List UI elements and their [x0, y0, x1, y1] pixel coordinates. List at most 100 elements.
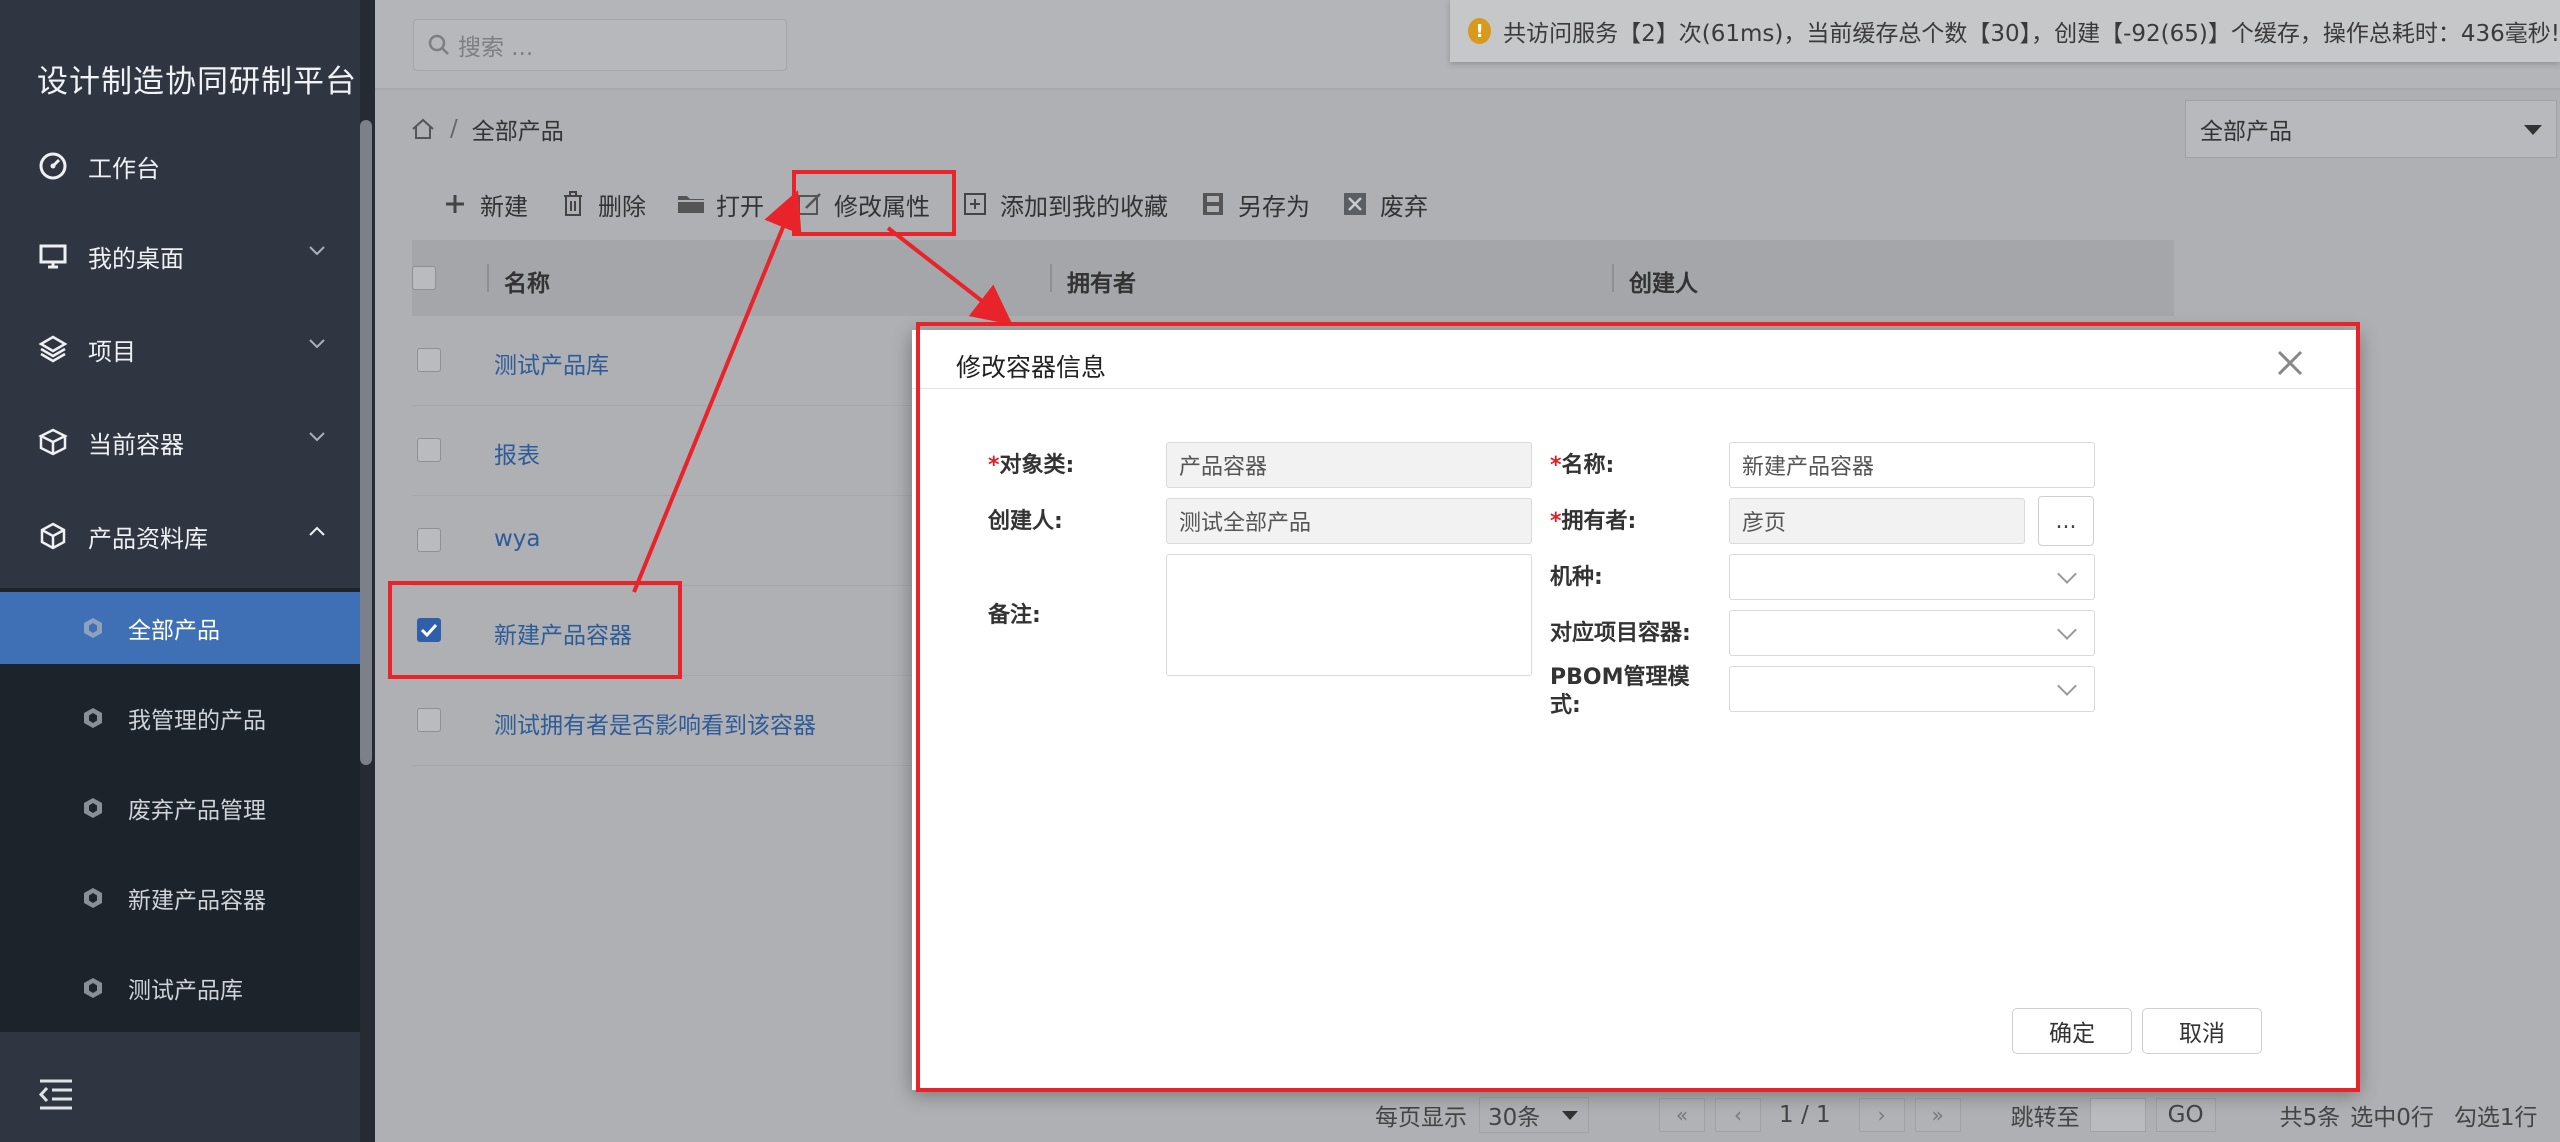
container-select[interactable]: 全部产品: [2185, 100, 2557, 158]
sidebar-subitem-discarded[interactable]: 废弃产品管理: [0, 772, 360, 844]
last-page-icon[interactable]: »: [1914, 1098, 1961, 1132]
folder-icon: [676, 189, 706, 219]
sidebar-subitem-test-library[interactable]: 测试产品库: [0, 952, 360, 1024]
plus-icon: [440, 189, 470, 219]
cube-icon: [78, 883, 108, 913]
table-header: 名称 拥有者 创建人: [412, 240, 2174, 316]
row-checkbox[interactable]: [417, 708, 441, 732]
sidebar-subitem-label: 测试产品库: [128, 978, 243, 1004]
app-title: 设计制造协同研制平台: [37, 64, 357, 100]
sidebar-item-product-library[interactable]: 产品资料库: [0, 491, 360, 581]
add-favorite-label: 添加到我的收藏: [1000, 192, 1168, 221]
sidebar-subitem-new-container[interactable]: 新建产品容器: [0, 862, 360, 934]
container-select-value: 全部产品: [2200, 119, 2292, 145]
add-favorite-button[interactable]: 添加到我的收藏: [960, 187, 1168, 222]
save-as-label: 另存为: [1238, 192, 1310, 221]
row-name-link[interactable]: wya: [494, 526, 541, 552]
caret-down-icon: [2524, 125, 2542, 135]
search-input[interactable]: 搜索 ...: [413, 19, 787, 71]
jump-page-input[interactable]: [2089, 1098, 2146, 1132]
open-button-label: 打开: [716, 192, 764, 221]
jump-label: 跳转至: [2010, 1105, 2080, 1131]
annotation-box-dialog: [916, 322, 2360, 1092]
total-count: 共5条: [2279, 1105, 2341, 1131]
chevron-down-icon: [309, 246, 325, 256]
row-checkbox[interactable]: [417, 528, 441, 552]
sidebar-scrollbar[interactable]: [360, 120, 372, 765]
prev-page-icon[interactable]: ‹: [1715, 1098, 1761, 1132]
column-divider: [1050, 264, 1052, 292]
sidebar-subitem-label: 新建产品容器: [128, 888, 266, 914]
layers-icon: [36, 332, 70, 366]
cube-icon: [78, 793, 108, 823]
delete-button[interactable]: 删除: [558, 187, 646, 222]
save-icon: [1198, 189, 1228, 219]
open-button[interactable]: 打开: [676, 187, 764, 222]
next-page-icon[interactable]: ›: [1858, 1098, 1905, 1132]
annotation-box-edit-button: [792, 170, 956, 236]
sidebar-item-label: 项目: [88, 337, 136, 366]
new-button[interactable]: 新建: [440, 187, 528, 222]
go-button[interactable]: GO: [2155, 1098, 2216, 1132]
page-info: 1 / 1: [1779, 1102, 1831, 1128]
sidebar-subitem-my-managed[interactable]: 我管理的产品: [0, 682, 360, 754]
breadcrumb-current: 全部产品: [471, 119, 564, 145]
home-icon[interactable]: [410, 116, 436, 142]
save-as-button[interactable]: 另存为: [1198, 187, 1310, 222]
first-page-icon[interactable]: «: [1659, 1098, 1705, 1132]
sidebar-item-workbench[interactable]: 工作台: [0, 121, 360, 211]
sidebar-item-label: 产品资料库: [88, 524, 208, 553]
cube-icon: [78, 613, 108, 643]
row-checkbox[interactable]: [417, 348, 441, 372]
per-page-label: 每页显示: [1375, 1105, 1467, 1131]
column-divider: [1612, 264, 1614, 292]
search-placeholder: 搜索 ...: [458, 35, 534, 61]
breadcrumb: / 全部产品: [410, 111, 564, 147]
discard-button-label: 废弃: [1380, 192, 1428, 221]
row-checkbox[interactable]: [417, 438, 441, 462]
row-name-link[interactable]: 测试拥有者是否影响看到该容器: [494, 706, 816, 740]
collapse-menu-icon[interactable]: [36, 1077, 76, 1113]
search-icon: [428, 34, 449, 55]
sidebar-subitem-label: 我管理的产品: [128, 708, 266, 734]
sidebar-item-label: 我的桌面: [88, 244, 184, 273]
trash-icon: [558, 189, 588, 219]
row-name-link[interactable]: 测试产品库: [494, 346, 609, 380]
column-divider: [487, 264, 489, 292]
row-name-link[interactable]: 报表: [494, 436, 540, 470]
chevron-down-icon: [309, 339, 325, 349]
sidebar-subitem-label: 全部产品: [128, 618, 220, 644]
warning-icon: !: [1468, 18, 1492, 44]
delete-button-label: 删除: [598, 192, 646, 221]
sidebar-item-current-container[interactable]: 当前容器: [0, 397, 360, 487]
selected-count: 选中0行: [2350, 1105, 2434, 1131]
sidebar-item-label: 工作台: [88, 154, 160, 183]
column-header-name[interactable]: 名称: [504, 264, 550, 298]
sidebar-subitem-all-products[interactable]: 全部产品: [0, 592, 360, 664]
per-page-select[interactable]: 30条: [1479, 1097, 1589, 1133]
sidebar-item-label: 当前容器: [88, 430, 184, 459]
boxes-icon: [36, 425, 70, 459]
annotation-box-selected-row: [388, 581, 682, 679]
monitor-icon: [36, 239, 70, 273]
add-box-icon: [960, 189, 990, 219]
chevron-up-icon: [309, 526, 325, 536]
cube-icon: [78, 703, 108, 733]
caret-down-icon: [1562, 1111, 1578, 1120]
product-library-submenu: 全部产品 我管理的产品 废弃产品管理 新建产品容器 测试产品库: [0, 588, 360, 1032]
notice-text: 共访问服务【2】次(61ms)，当前缓存总个数【30】，创建【-92(65)】个…: [1503, 21, 2560, 47]
sidebar-item-desktop[interactable]: 我的桌面: [0, 211, 360, 301]
column-header-creator[interactable]: 创建人: [1629, 264, 1698, 298]
cube-icon: [78, 973, 108, 1003]
sidebar-item-project[interactable]: 项目: [0, 304, 360, 394]
sidebar: 设计制造协同研制平台 工作台 我的桌面 项目 当前容器 产品资料库 全部产品 我…: [0, 0, 375, 1142]
column-header-owner[interactable]: 拥有者: [1067, 264, 1136, 298]
breadcrumb-separator: /: [450, 116, 458, 142]
per-page-value: 30条: [1488, 1105, 1541, 1131]
select-all-checkbox[interactable]: [412, 266, 436, 290]
pagination: 每页显示 30条 « ‹ 1 / 1 › » 跳转至 GO 共5条 选中0行 勾…: [1375, 1095, 2538, 1135]
new-button-label: 新建: [480, 192, 528, 221]
discard-button[interactable]: 废弃: [1340, 187, 1428, 222]
sidebar-subitem-label: 废弃产品管理: [128, 798, 266, 824]
checked-count: 勾选1行: [2453, 1105, 2538, 1131]
